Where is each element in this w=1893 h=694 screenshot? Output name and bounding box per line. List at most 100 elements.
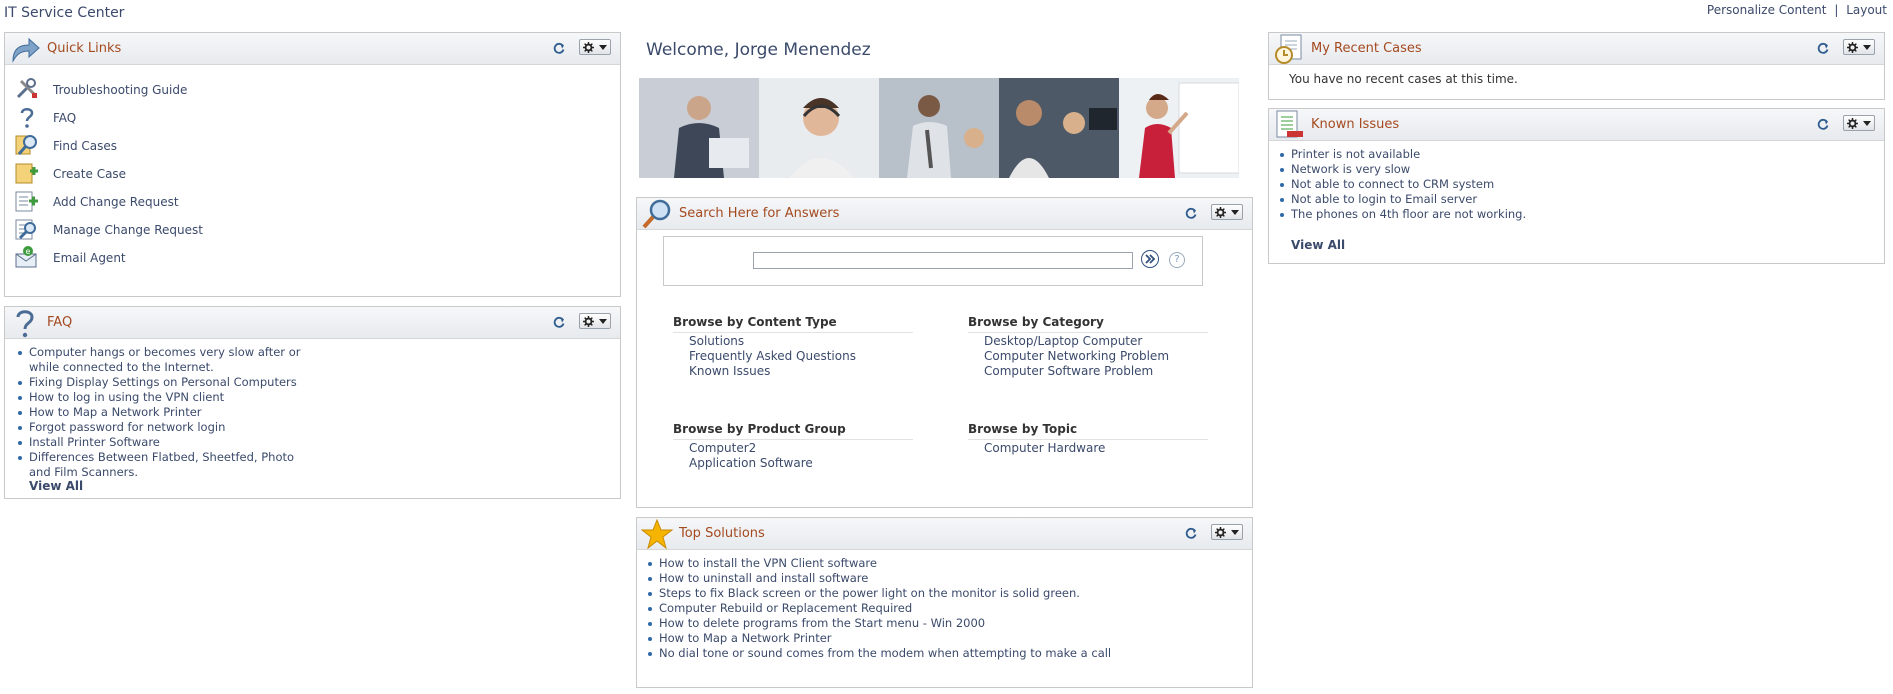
browse-link[interactable]: Solutions xyxy=(689,334,856,349)
welcome-banner-image xyxy=(639,78,1239,178)
search-input[interactable] xyxy=(753,252,1133,269)
faq-link[interactable]: Differences Between Flatbed, Sheetfed, P… xyxy=(29,450,294,479)
refresh-icon[interactable] xyxy=(1184,206,1198,220)
browse-list-category: Desktop/Laptop Computer Computer Network… xyxy=(984,334,1169,379)
browse-link[interactable]: Computer Software Problem xyxy=(984,364,1169,379)
gear-icon xyxy=(1847,42,1858,53)
top-solutions-list: How to install the VPN Client software H… xyxy=(645,556,1245,661)
pagelet-options-button[interactable] xyxy=(1843,39,1875,55)
personalize-content-link[interactable]: Personalize Content xyxy=(1707,3,1827,17)
list-item: Computer hangs or becomes very slow afte… xyxy=(15,345,315,375)
pagelet-options-button[interactable] xyxy=(1211,204,1243,220)
tools-icon xyxy=(16,78,37,99)
faq-link[interactable]: Install Printer Software xyxy=(29,435,160,449)
search-header: Search Here for Answers xyxy=(637,198,1252,230)
top-links: Personalize Content | Layout xyxy=(1707,3,1887,17)
refresh-icon[interactable] xyxy=(552,315,566,329)
browse-link[interactable]: Desktop/Laptop Computer xyxy=(984,334,1169,349)
faq-link[interactable]: How to Map a Network Printer xyxy=(29,405,202,419)
list-item: Printer is not available xyxy=(1277,147,1837,162)
list-item: No dial tone or sound comes from the mod… xyxy=(645,646,1245,661)
faq-link[interactable]: Fixing Display Settings on Personal Comp… xyxy=(29,375,297,389)
pagelet-options-button[interactable] xyxy=(579,39,611,55)
faq-title: FAQ xyxy=(47,315,73,330)
layout-link[interactable]: Layout xyxy=(1846,3,1887,17)
recent-cases-header: My Recent Cases xyxy=(1269,33,1884,65)
solution-link[interactable]: How to delete programs from the Start me… xyxy=(659,616,985,630)
solution-link[interactable]: How to Map a Network Printer xyxy=(659,631,832,645)
solution-link[interactable]: Computer Rebuild or Replacement Required xyxy=(659,601,912,615)
known-issues-title: Known Issues xyxy=(1311,117,1400,132)
create-case-icon xyxy=(15,163,38,184)
solution-link[interactable]: No dial tone or sound comes from the mod… xyxy=(659,646,1111,660)
refresh-icon[interactable] xyxy=(1816,41,1830,55)
quick-link-label[interactable]: Find Cases xyxy=(53,139,117,153)
browse-link[interactable]: Computer Hardware xyxy=(984,441,1105,456)
list-item: How to log in using the VPN client xyxy=(15,390,315,405)
recent-cases-pagelet: My Recent Cases You have no recent cases… xyxy=(1268,32,1885,100)
recent-cases-icon xyxy=(1275,34,1302,64)
faq-link[interactable]: Computer hangs or becomes very slow afte… xyxy=(29,345,300,374)
recent-cases-empty-message: You have no recent cases at this time. xyxy=(1289,72,1518,86)
magnifier-icon xyxy=(15,135,37,155)
double-chevron-right-icon xyxy=(1145,254,1156,264)
chevron-down-icon xyxy=(1863,45,1871,50)
list-item: Network is very slow xyxy=(1277,162,1837,177)
gear-icon xyxy=(583,42,594,53)
known-issue-link[interactable]: Not able to connect to CRM system xyxy=(1291,177,1494,191)
browse-heading-content-type: Browse by Content Type xyxy=(673,315,913,333)
faq-header: FAQ xyxy=(5,307,620,339)
banner-photo-office-worker xyxy=(639,78,759,178)
browse-heading-product-group: Browse by Product Group xyxy=(673,422,913,440)
app-title: IT Service Center xyxy=(4,5,125,21)
browse-link[interactable]: Application Software xyxy=(689,456,813,471)
pagelet-options-button[interactable] xyxy=(1843,115,1875,131)
known-issue-link[interactable]: The phones on 4th floor are not working. xyxy=(1291,207,1526,221)
quick-link-label[interactable]: Create Case xyxy=(53,167,126,181)
faq-link[interactable]: Forgot password for network login xyxy=(29,420,225,434)
faq-view-all-link[interactable]: View All xyxy=(29,479,83,493)
known-issue-link[interactable]: Network is very slow xyxy=(1291,162,1410,176)
quick-links-arrow-icon xyxy=(12,37,40,63)
browse-link[interactable]: Known Issues xyxy=(689,364,856,379)
solution-link[interactable]: How to uninstall and install software xyxy=(659,571,868,585)
quick-link-label[interactable]: Manage Change Request xyxy=(53,223,203,237)
browse-link[interactable]: Computer2 xyxy=(689,441,813,456)
chevron-down-icon xyxy=(1231,530,1239,535)
list-item: Install Printer Software xyxy=(15,435,315,450)
star-icon xyxy=(641,518,673,550)
search-pagelet: Search Here for Answers ? Browse by Cont… xyxy=(636,197,1253,508)
quick-links-title: Quick Links xyxy=(47,41,122,56)
top-solutions-header: Top Solutions xyxy=(637,518,1252,550)
known-issues-view-all-link[interactable]: View All xyxy=(1291,238,1345,252)
solution-link[interactable]: Steps to fix Black screen or the power l… xyxy=(659,586,1080,600)
add-change-icon xyxy=(15,191,38,212)
pagelet-options-button[interactable] xyxy=(1211,524,1243,540)
chevron-down-icon xyxy=(1231,210,1239,215)
browse-link[interactable]: Frequently Asked Questions xyxy=(689,349,856,364)
faq-list: Computer hangs or becomes very slow afte… xyxy=(15,345,315,480)
search-help-icon[interactable]: ? xyxy=(1169,252,1185,268)
known-issue-link[interactable]: Printer is not available xyxy=(1291,147,1420,161)
faq-link[interactable]: How to log in using the VPN client xyxy=(29,390,224,404)
solution-link[interactable]: How to install the VPN Client software xyxy=(659,556,877,570)
quick-link-label[interactable]: FAQ xyxy=(53,111,76,125)
browse-link[interactable]: Computer Networking Problem xyxy=(984,349,1169,364)
top-solutions-title: Top Solutions xyxy=(679,526,765,541)
refresh-icon[interactable] xyxy=(552,41,566,55)
gear-icon xyxy=(1847,118,1858,129)
known-issue-link[interactable]: Not able to login to Email server xyxy=(1291,192,1477,206)
refresh-icon[interactable] xyxy=(1816,117,1830,131)
banner-photo-headset-agent xyxy=(759,78,879,178)
search-go-button[interactable] xyxy=(1141,250,1159,268)
pagelet-options-button[interactable] xyxy=(579,313,611,329)
refresh-icon[interactable] xyxy=(1184,526,1198,540)
list-item: Not able to login to Email server xyxy=(1277,192,1837,207)
quick-link-label[interactable]: Add Change Request xyxy=(53,195,179,209)
quick-link-label[interactable]: Troubleshooting Guide xyxy=(53,83,187,97)
browse-list-product-group: Computer2 Application Software xyxy=(689,441,813,471)
question-icon xyxy=(20,108,34,128)
list-item: The phones on 4th floor are not working. xyxy=(1277,207,1837,222)
quick-link-label[interactable]: Email Agent xyxy=(53,251,126,265)
known-issues-icon xyxy=(1276,110,1303,138)
